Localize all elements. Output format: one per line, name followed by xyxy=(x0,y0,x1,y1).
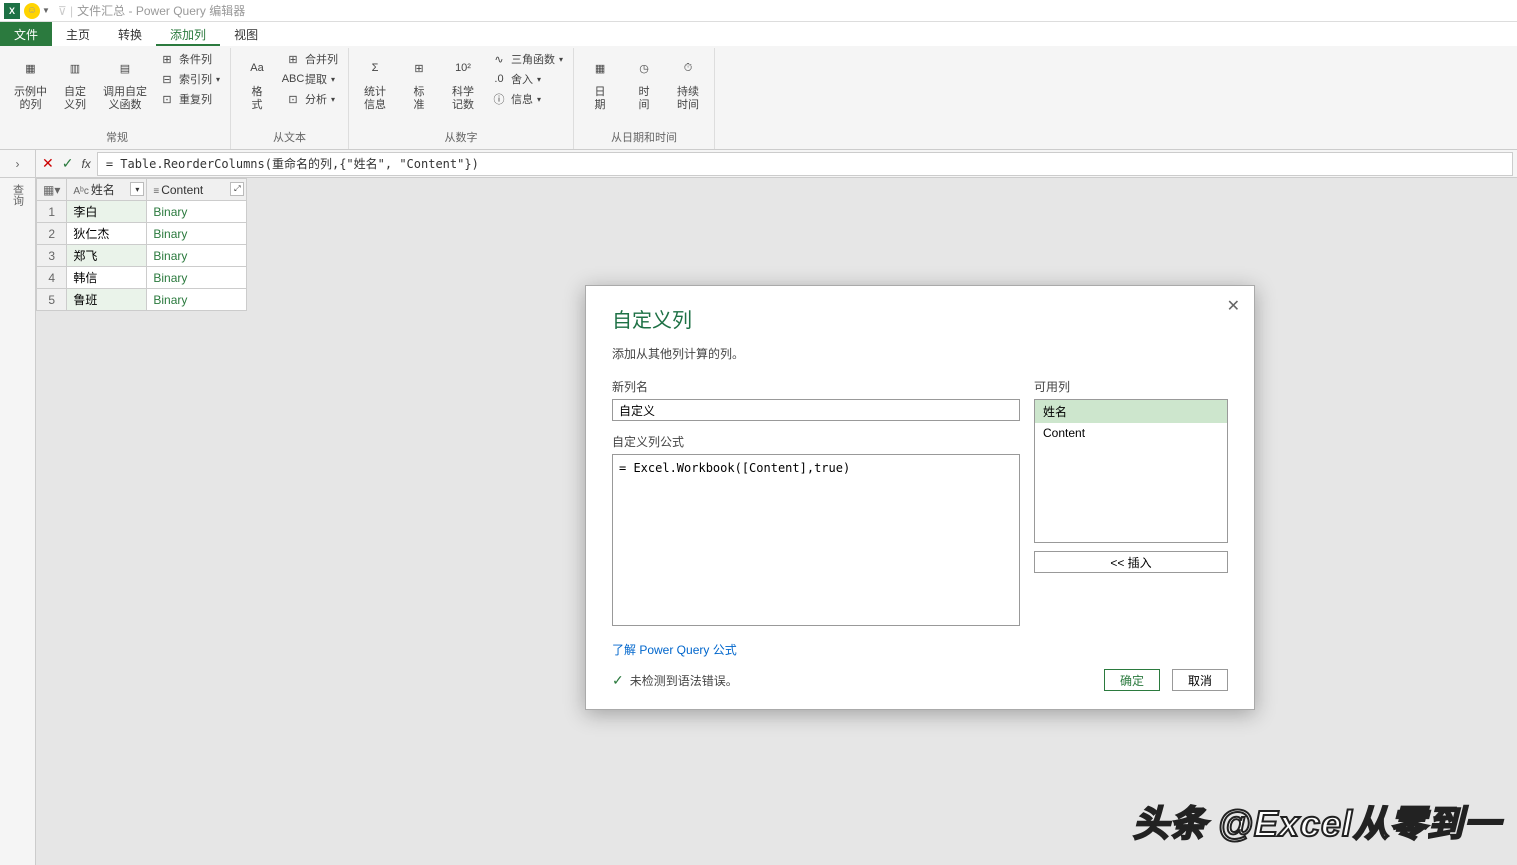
expand-icon[interactable]: ⤢ xyxy=(230,182,244,196)
close-icon[interactable]: ✕ xyxy=(1227,296,1240,316)
insert-button[interactable]: << 插入 xyxy=(1034,551,1228,573)
list-item[interactable]: Content xyxy=(1035,423,1227,443)
ribbon: ▦示例中 的列 ▥自定 义列 ▤调用自定 义函数 ⊞条件列 ⊟索引列▾ ⊡重复列… xyxy=(0,46,1517,150)
statistics-button[interactable]: Σ统计 信息 xyxy=(355,50,395,127)
accept-formula-icon[interactable]: ✓ xyxy=(62,155,74,172)
table-row[interactable]: 1李白Binary xyxy=(37,201,247,223)
cancel-button[interactable]: 取消 xyxy=(1172,669,1228,691)
title-bar: X ☺ ▼ ⊽ | 文件汇总 - Power Query 编辑器 xyxy=(0,0,1517,22)
queries-pane-collapsed[interactable]: 查询 xyxy=(0,178,36,865)
separator: ⊽ | xyxy=(58,4,73,18)
document-title: 文件汇总 xyxy=(77,2,125,19)
invoke-custom-function-button[interactable]: ▤调用自定 义函数 xyxy=(99,50,151,127)
table-row[interactable]: 5鲁班Binary xyxy=(37,289,247,311)
trigonometry-button[interactable]: ∿三角函数▾ xyxy=(487,50,567,68)
list-item[interactable]: 姓名 xyxy=(1035,400,1227,423)
syntax-status: ✓ 未检测到语法错误。 xyxy=(612,672,738,689)
tab-view[interactable]: 视图 xyxy=(220,22,272,46)
available-columns-label: 可用列 xyxy=(1034,378,1228,395)
group-label-general: 常规 xyxy=(10,127,224,147)
data-grid-wrap: ▦▾ Aᵇc姓名▾ ≡Content⤢ 1李白Binary 2狄仁杰Binary… xyxy=(36,178,247,865)
smiley-icon[interactable]: ☺ xyxy=(24,3,40,19)
group-label-number: 从数字 xyxy=(355,127,567,147)
excel-icon: X xyxy=(4,3,20,19)
formula-label: 自定义列公式 xyxy=(612,433,1020,450)
column-header-name[interactable]: Aᵇc姓名▾ xyxy=(67,179,147,201)
group-label-text: 从文本 xyxy=(237,127,342,147)
group-text: Aa格 式 ⊞合并列 ABC提取▾ ⊡分析▾ 从文本 xyxy=(231,48,349,149)
check-icon: ✓ xyxy=(612,672,624,689)
table-corner[interactable]: ▦▾ xyxy=(37,179,67,201)
learn-more-link[interactable]: 了解 Power Query 公式 xyxy=(612,641,737,658)
data-grid: ▦▾ Aᵇc姓名▾ ≡Content⤢ 1李白Binary 2狄仁杰Binary… xyxy=(36,178,247,311)
column-header-content[interactable]: ≡Content⤢ xyxy=(147,179,247,201)
dialog-subtitle: 添加从其他列计算的列。 xyxy=(612,345,1228,362)
group-datetime: ▦日 期 ◷时 间 ⏱持续 时间 从日期和时间 xyxy=(574,48,715,149)
information-button[interactable]: ⓘ信息▾ xyxy=(487,90,567,108)
duplicate-column-button[interactable]: ⊡重复列 xyxy=(155,90,224,108)
tab-transform[interactable]: 转换 xyxy=(104,22,156,46)
conditional-column-button[interactable]: ⊞条件列 xyxy=(155,50,224,68)
dialog-title: 自定义列 xyxy=(612,304,1228,333)
tab-file[interactable]: 文件 xyxy=(0,22,52,46)
formula-input[interactable] xyxy=(97,152,1513,176)
table-row[interactable]: 2狄仁杰Binary xyxy=(37,223,247,245)
time-button[interactable]: ◷时 间 xyxy=(624,50,664,127)
cancel-formula-icon[interactable]: ✕ xyxy=(42,155,54,172)
table-row[interactable]: 4韩信Binary xyxy=(37,267,247,289)
extract-button[interactable]: ABC提取▾ xyxy=(281,70,342,88)
parse-button[interactable]: ⊡分析▾ xyxy=(281,90,342,108)
custom-column-dialog: ✕ 自定义列 添加从其他列计算的列。 新列名 自定义列公式 了解 Power Q… xyxy=(585,285,1255,710)
watermark: 头条 @Excel从零到一 xyxy=(1133,795,1501,847)
format-button[interactable]: Aa格 式 xyxy=(237,50,277,127)
formula-bar: › ✕ ✓ fx xyxy=(0,150,1517,178)
tab-add-column[interactable]: 添加列 xyxy=(156,22,220,46)
qat-dropdown-icon[interactable]: ▼ xyxy=(42,6,50,15)
column-from-examples-button[interactable]: ▦示例中 的列 xyxy=(10,50,51,127)
new-column-name-input[interactable] xyxy=(612,399,1020,421)
ok-button[interactable]: 确定 xyxy=(1104,669,1160,691)
group-number: Σ统计 信息 ⊞标 准 10²科学 记数 ∿三角函数▾ .0舍入▾ ⓘ信息▾ 从… xyxy=(349,48,574,149)
merge-columns-button[interactable]: ⊞合并列 xyxy=(281,50,342,68)
filter-icon[interactable]: ▾ xyxy=(130,182,144,196)
tab-home[interactable]: 主页 xyxy=(52,22,104,46)
index-column-button[interactable]: ⊟索引列▾ xyxy=(155,70,224,88)
custom-column-button[interactable]: ▥自定 义列 xyxy=(55,50,95,127)
group-label-datetime: 从日期和时间 xyxy=(580,127,708,147)
table-row[interactable]: 3郑飞Binary xyxy=(37,245,247,267)
fx-icon: fx xyxy=(81,157,90,171)
app-title: Power Query 编辑器 xyxy=(136,2,245,19)
group-general: ▦示例中 的列 ▥自定 义列 ▤调用自定 义函数 ⊞条件列 ⊟索引列▾ ⊡重复列… xyxy=(4,48,231,149)
queries-pane-toggle[interactable]: › xyxy=(0,150,36,177)
scientific-button[interactable]: 10²科学 记数 xyxy=(443,50,483,127)
rounding-button[interactable]: .0舍入▾ xyxy=(487,70,567,88)
ribbon-tabs: 文件 主页 转换 添加列 视图 xyxy=(0,22,1517,46)
date-button[interactable]: ▦日 期 xyxy=(580,50,620,127)
new-column-name-label: 新列名 xyxy=(612,378,1020,395)
duration-button[interactable]: ⏱持续 时间 xyxy=(668,50,708,127)
standard-button[interactable]: ⊞标 准 xyxy=(399,50,439,127)
available-columns-list[interactable]: 姓名 Content xyxy=(1034,399,1228,543)
formula-textarea[interactable] xyxy=(612,454,1020,626)
